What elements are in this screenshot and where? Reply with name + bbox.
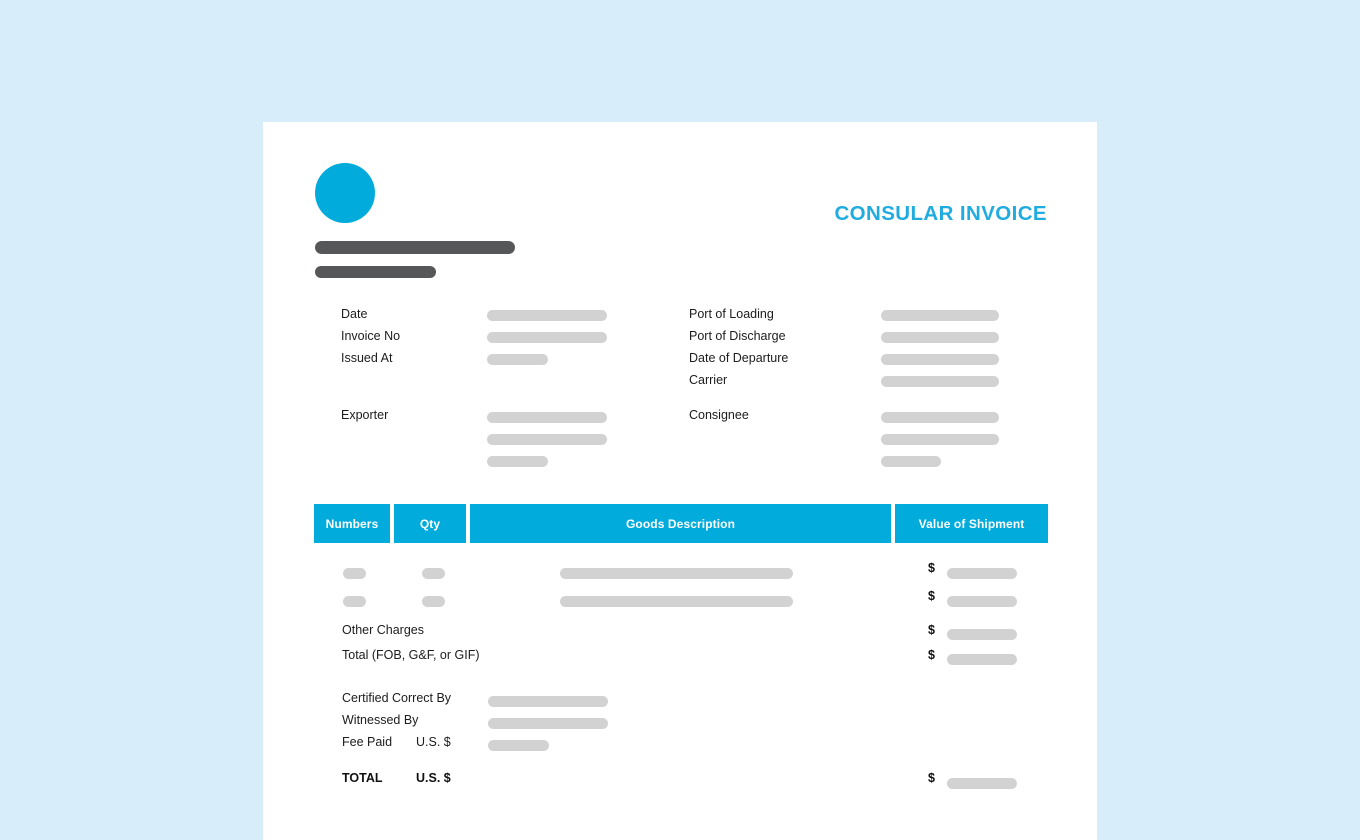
column-header-numbers: Numbers — [314, 504, 390, 543]
company-address-placeholder[interactable] — [315, 266, 436, 278]
company-name-placeholder[interactable] — [315, 241, 515, 254]
row-1-qty-input[interactable] — [422, 568, 445, 579]
certification-section: Certified Correct By Witnessed By Fee Pa… — [314, 691, 1048, 757]
field-date: Date — [341, 306, 691, 328]
grand-total-row: TOTAL U.S. $ $ — [314, 771, 1048, 795]
consignee-lines — [881, 412, 999, 478]
row-1-numbers-input[interactable] — [343, 568, 366, 579]
field-date-of-departure: Date of Departure — [689, 350, 1049, 372]
row-total-fob: Total (FOB, G&F, or GIF) $ — [314, 648, 1048, 673]
field-carrier-label: Carrier — [689, 373, 728, 387]
consignee-line-1-input[interactable] — [881, 412, 999, 423]
other-charges-value-input[interactable] — [947, 629, 1017, 640]
total-fob-currency-symbol: $ — [928, 648, 935, 662]
grand-total-currency-label: U.S. $ — [416, 771, 451, 785]
certified-correct-by-label: Certified Correct By — [342, 691, 452, 705]
row-2-numbers-input[interactable] — [343, 596, 366, 607]
row-2-description-input[interactable] — [560, 596, 793, 607]
exporter-line-3-input[interactable] — [487, 456, 548, 467]
page-title: CONSULAR INVOICE — [834, 202, 1047, 225]
total-fob-value-input[interactable] — [947, 654, 1017, 665]
row-2-currency-symbol: $ — [928, 589, 935, 603]
field-date-of-departure-label: Date of Departure — [689, 351, 789, 365]
field-port-of-loading-input[interactable] — [881, 310, 999, 321]
field-date-input[interactable] — [487, 310, 607, 321]
table-row: $ — [314, 587, 1048, 615]
field-port-of-discharge-label: Port of Discharge — [689, 329, 786, 343]
other-charges-label: Other Charges — [342, 623, 424, 637]
column-header-qty: Qty — [394, 504, 466, 543]
certified-correct-by-input[interactable] — [488, 696, 608, 707]
company-logo-icon — [315, 163, 375, 223]
row-1-value-input[interactable] — [947, 568, 1017, 579]
row-other-charges: Other Charges $ — [314, 623, 1048, 648]
field-invoice-no-label: Invoice No — [341, 329, 401, 343]
field-carrier-input[interactable] — [881, 376, 999, 387]
goods-table: Numbers Qty Goods Description Value of S… — [314, 504, 1048, 795]
fee-paid-label: Fee Paid — [342, 735, 393, 749]
exporter-label: Exporter — [341, 408, 389, 422]
document-header: CONSULAR INVOICE — [263, 122, 1097, 292]
exporter-line-1-input[interactable] — [487, 412, 607, 423]
field-invoice-no: Invoice No — [341, 328, 691, 350]
column-header-value-of-shipment: Value of Shipment — [895, 504, 1048, 543]
total-fob-label: Total (FOB, G&F, or GIF) — [342, 648, 480, 662]
grand-total-label: TOTAL — [342, 771, 383, 785]
field-issued-at: Issued At — [341, 350, 691, 372]
column-header-goods-description: Goods Description — [470, 504, 891, 543]
field-port-of-discharge-input[interactable] — [881, 332, 999, 343]
grand-total-currency-symbol: $ — [928, 771, 935, 785]
field-carrier: Carrier — [689, 372, 1049, 394]
invoice-meta-left-column: Date Invoice No Issued At — [341, 306, 691, 372]
grand-total-value-input[interactable] — [947, 778, 1017, 789]
row-2-value-input[interactable] — [947, 596, 1017, 607]
table-row: $ — [314, 559, 1048, 587]
fee-paid-currency-label: U.S. $ — [416, 735, 451, 749]
consignee-line-2-input[interactable] — [881, 434, 999, 445]
witnessed-by-input[interactable] — [488, 718, 608, 729]
row-fee-paid: Fee Paid U.S. $ — [314, 735, 1048, 757]
charges-section: Other Charges $ Total (FOB, G&F, or GIF)… — [314, 623, 1048, 673]
row-1-description-input[interactable] — [560, 568, 793, 579]
witnessed-by-label: Witnessed By — [342, 713, 419, 727]
other-charges-currency-symbol: $ — [928, 623, 935, 637]
row-1-currency-symbol: $ — [928, 561, 935, 575]
row-2-qty-input[interactable] — [422, 596, 445, 607]
goods-table-header-row: Numbers Qty Goods Description Value of S… — [314, 504, 1048, 543]
field-date-label: Date — [341, 307, 368, 321]
invoice-meta-right-column: Port of Loading Port of Discharge Date o… — [689, 306, 1049, 394]
fee-paid-input[interactable] — [488, 740, 549, 751]
consignee-label: Consignee — [689, 408, 749, 422]
exporter-line-2-input[interactable] — [487, 434, 607, 445]
field-port-of-discharge: Port of Discharge — [689, 328, 1049, 350]
consignee-line-3-input[interactable] — [881, 456, 941, 467]
field-date-of-departure-input[interactable] — [881, 354, 999, 365]
row-witnessed-by: Witnessed By — [314, 713, 1048, 735]
invoice-document-card: CONSULAR INVOICE Date Invoice No Issued … — [263, 122, 1097, 840]
row-certified-correct-by: Certified Correct By — [314, 691, 1048, 713]
goods-table-body: $ $ — [314, 543, 1048, 615]
field-port-of-loading: Port of Loading — [689, 306, 1049, 328]
field-issued-at-input[interactable] — [487, 354, 548, 365]
field-issued-at-label: Issued At — [341, 351, 393, 365]
exporter-lines — [487, 412, 607, 478]
field-invoice-no-input[interactable] — [487, 332, 607, 343]
field-port-of-loading-label: Port of Loading — [689, 307, 774, 321]
